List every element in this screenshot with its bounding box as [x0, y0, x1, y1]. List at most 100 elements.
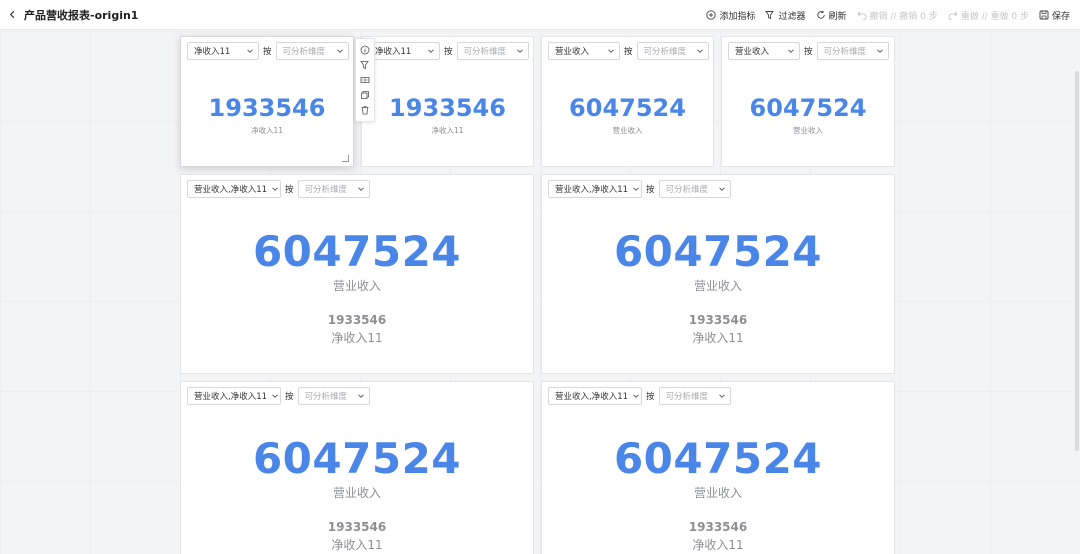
- metric-select[interactable]: 营业收入,净收入11: [548, 180, 642, 198]
- dimension-select[interactable]: 可分析维度: [816, 42, 889, 60]
- dimension-placeholder: 可分析维度: [304, 185, 348, 195]
- resize-handle[interactable]: [342, 155, 349, 162]
- undo-button[interactable]: 撤销 // 撤销 0 步: [856, 9, 938, 22]
- grid-background: [0, 31, 1080, 554]
- undo-icon: [856, 11, 866, 20]
- chevron-down-icon: [788, 49, 794, 53]
- info-icon[interactable]: [360, 45, 370, 55]
- metric-label: 净收入11: [250, 126, 284, 135]
- metric-label: 营业收入: [332, 486, 381, 500]
- metric-select[interactable]: 营业收入,净收入11: [548, 387, 642, 405]
- filter-label: 过滤器: [778, 11, 806, 22]
- dimension-select[interactable]: 可分析维度: [297, 387, 370, 405]
- refresh-button[interactable]: 刷新: [816, 9, 847, 22]
- by-label: 按: [624, 47, 633, 57]
- add-metric-button[interactable]: 添加指标: [706, 9, 755, 22]
- metric-select-value: 净收入11: [375, 47, 412, 57]
- metric-select[interactable]: 营业收入,净收入11: [187, 180, 281, 198]
- dimension-placeholder: 可分析维度: [643, 47, 687, 57]
- redo-button[interactable]: 重做 // 重做 0 步: [948, 9, 1029, 22]
- delete-icon[interactable]: [360, 105, 370, 115]
- metric-value: 6047524: [252, 434, 462, 483]
- dashboard-canvas: 净收入11 按 可分析维度 1933546 净收入11 净收入11 按 可分析维…: [0, 31, 1080, 554]
- secondary-metric-label: 净收入11: [692, 331, 744, 345]
- metric-select-value: 净收入11: [194, 47, 231, 57]
- table-icon[interactable]: [360, 75, 370, 85]
- add-metric-label: 添加指标: [719, 11, 756, 22]
- metric-value: 1933546: [389, 94, 506, 122]
- metric-select[interactable]: 营业收入,净收入11: [187, 387, 281, 405]
- dimension-placeholder: 可分析维度: [463, 47, 507, 57]
- metric-select[interactable]: 营业收入: [728, 42, 800, 60]
- metric-value: 6047524: [569, 94, 686, 122]
- page-title: 产品营收报表-origin1: [24, 8, 139, 22]
- metric-value: 6047524: [613, 434, 823, 483]
- metric-select[interactable]: 净收入11: [187, 42, 259, 60]
- chevron-down-icon: [428, 49, 434, 53]
- filter-icon: [765, 11, 775, 20]
- toolbar: 添加指标 过滤器 刷新 撤销 // 撤销 0 步 重做 // 重做 0 步 保存: [706, 0, 1070, 30]
- metric-card[interactable]: 营业收入 按 可分析维度 6047524 营业收入: [721, 36, 895, 167]
- chevron-down-icon: [357, 394, 364, 398]
- chevron-down-icon: [357, 187, 364, 191]
- chevron-down-icon: [718, 187, 725, 191]
- filter-button[interactable]: 过滤器: [765, 9, 806, 22]
- chevron-down-icon: [247, 49, 253, 53]
- metric-value: 6047524: [613, 227, 823, 276]
- metric-card[interactable]: 净收入11 按 可分析维度 1933546 净收入11: [361, 36, 534, 167]
- secondary-metric-value: 1933546: [688, 313, 748, 327]
- save-button[interactable]: 保存: [1039, 9, 1070, 22]
- vertical-scrollbar[interactable]: [1075, 71, 1079, 451]
- dimension-select[interactable]: 可分析维度: [275, 42, 349, 60]
- dimension-select[interactable]: 可分析维度: [658, 180, 731, 198]
- top-bar: 产品营收报表-origin1 添加指标 过滤器 刷新 撤销 // 撤销 0 步 …: [0, 0, 1080, 30]
- metric-card[interactable]: 净收入11 按 可分析维度 1933546 净收入11: [180, 36, 354, 167]
- metric-select-value: 营业收入,净收入11: [555, 392, 629, 402]
- metric-label: 营业收入: [693, 279, 742, 293]
- filter-icon[interactable]: [360, 60, 370, 70]
- chevron-down-icon: [336, 49, 343, 53]
- dimension-select[interactable]: 可分析维度: [456, 42, 529, 60]
- metric-select-value: 营业收入: [555, 47, 590, 57]
- card-tools: [355, 38, 375, 122]
- metric-select[interactable]: 营业收入: [548, 42, 620, 60]
- metric-select-value: 营业收入,净收入11: [194, 185, 268, 195]
- redo-label: 重做 // 重做 0 步: [960, 11, 1029, 22]
- chevron-down-icon: [718, 394, 725, 398]
- secondary-metric-value: 1933546: [688, 520, 748, 534]
- chevron-down-icon: [876, 49, 883, 53]
- by-label: 按: [444, 47, 453, 57]
- metric-select-value: 营业收入,净收入11: [555, 185, 629, 195]
- by-label: 按: [646, 185, 655, 195]
- copy-icon[interactable]: [360, 90, 370, 100]
- by-label: 按: [285, 185, 294, 195]
- metric-label: 营业收入: [612, 126, 643, 135]
- metric-card[interactable]: 营业收入,净收入11 按 可分析维度 6047524 营业收入 1933546 …: [541, 174, 895, 374]
- metric-label: 净收入11: [431, 126, 464, 135]
- chevron-down-icon: [272, 394, 278, 398]
- metric-card[interactable]: 营业收入,净收入11 按 可分析维度 6047524 营业收入 1933546 …: [180, 174, 534, 374]
- save-icon: [1039, 10, 1049, 20]
- dimension-select[interactable]: 可分析维度: [658, 387, 731, 405]
- metric-card[interactable]: 营业收入,净收入11 按 可分析维度 6047524 营业收入 1933546 …: [541, 381, 895, 554]
- chevron-down-icon: [633, 187, 639, 191]
- dimension-select[interactable]: 可分析维度: [636, 42, 709, 60]
- dimension-placeholder: 可分析维度: [823, 47, 867, 57]
- metric-select-value: 营业收入: [735, 47, 770, 57]
- back-icon[interactable]: [4, 7, 20, 23]
- by-label: 按: [285, 392, 294, 402]
- dimension-select[interactable]: 可分析维度: [297, 180, 370, 198]
- metric-label: 营业收入: [693, 486, 742, 500]
- metric-label: 营业收入: [332, 279, 381, 293]
- metric-label: 营业收入: [793, 126, 823, 135]
- secondary-metric-label: 净收入11: [331, 331, 383, 345]
- undo-label: 撤销 // 撤销 0 步: [869, 11, 938, 22]
- metric-card[interactable]: 营业收入 按 可分析维度 6047524 营业收入: [541, 36, 714, 167]
- redo-icon: [948, 11, 958, 20]
- dimension-placeholder: 可分析维度: [282, 47, 326, 57]
- metric-value: 1933546: [208, 94, 326, 122]
- dimension-placeholder: 可分析维度: [665, 392, 709, 402]
- metric-select[interactable]: 净收入11: [368, 42, 440, 60]
- secondary-metric-value: 1933546: [327, 520, 387, 534]
- metric-card[interactable]: 营业收入,净收入11 按 可分析维度 6047524 营业收入 1933546 …: [180, 381, 534, 554]
